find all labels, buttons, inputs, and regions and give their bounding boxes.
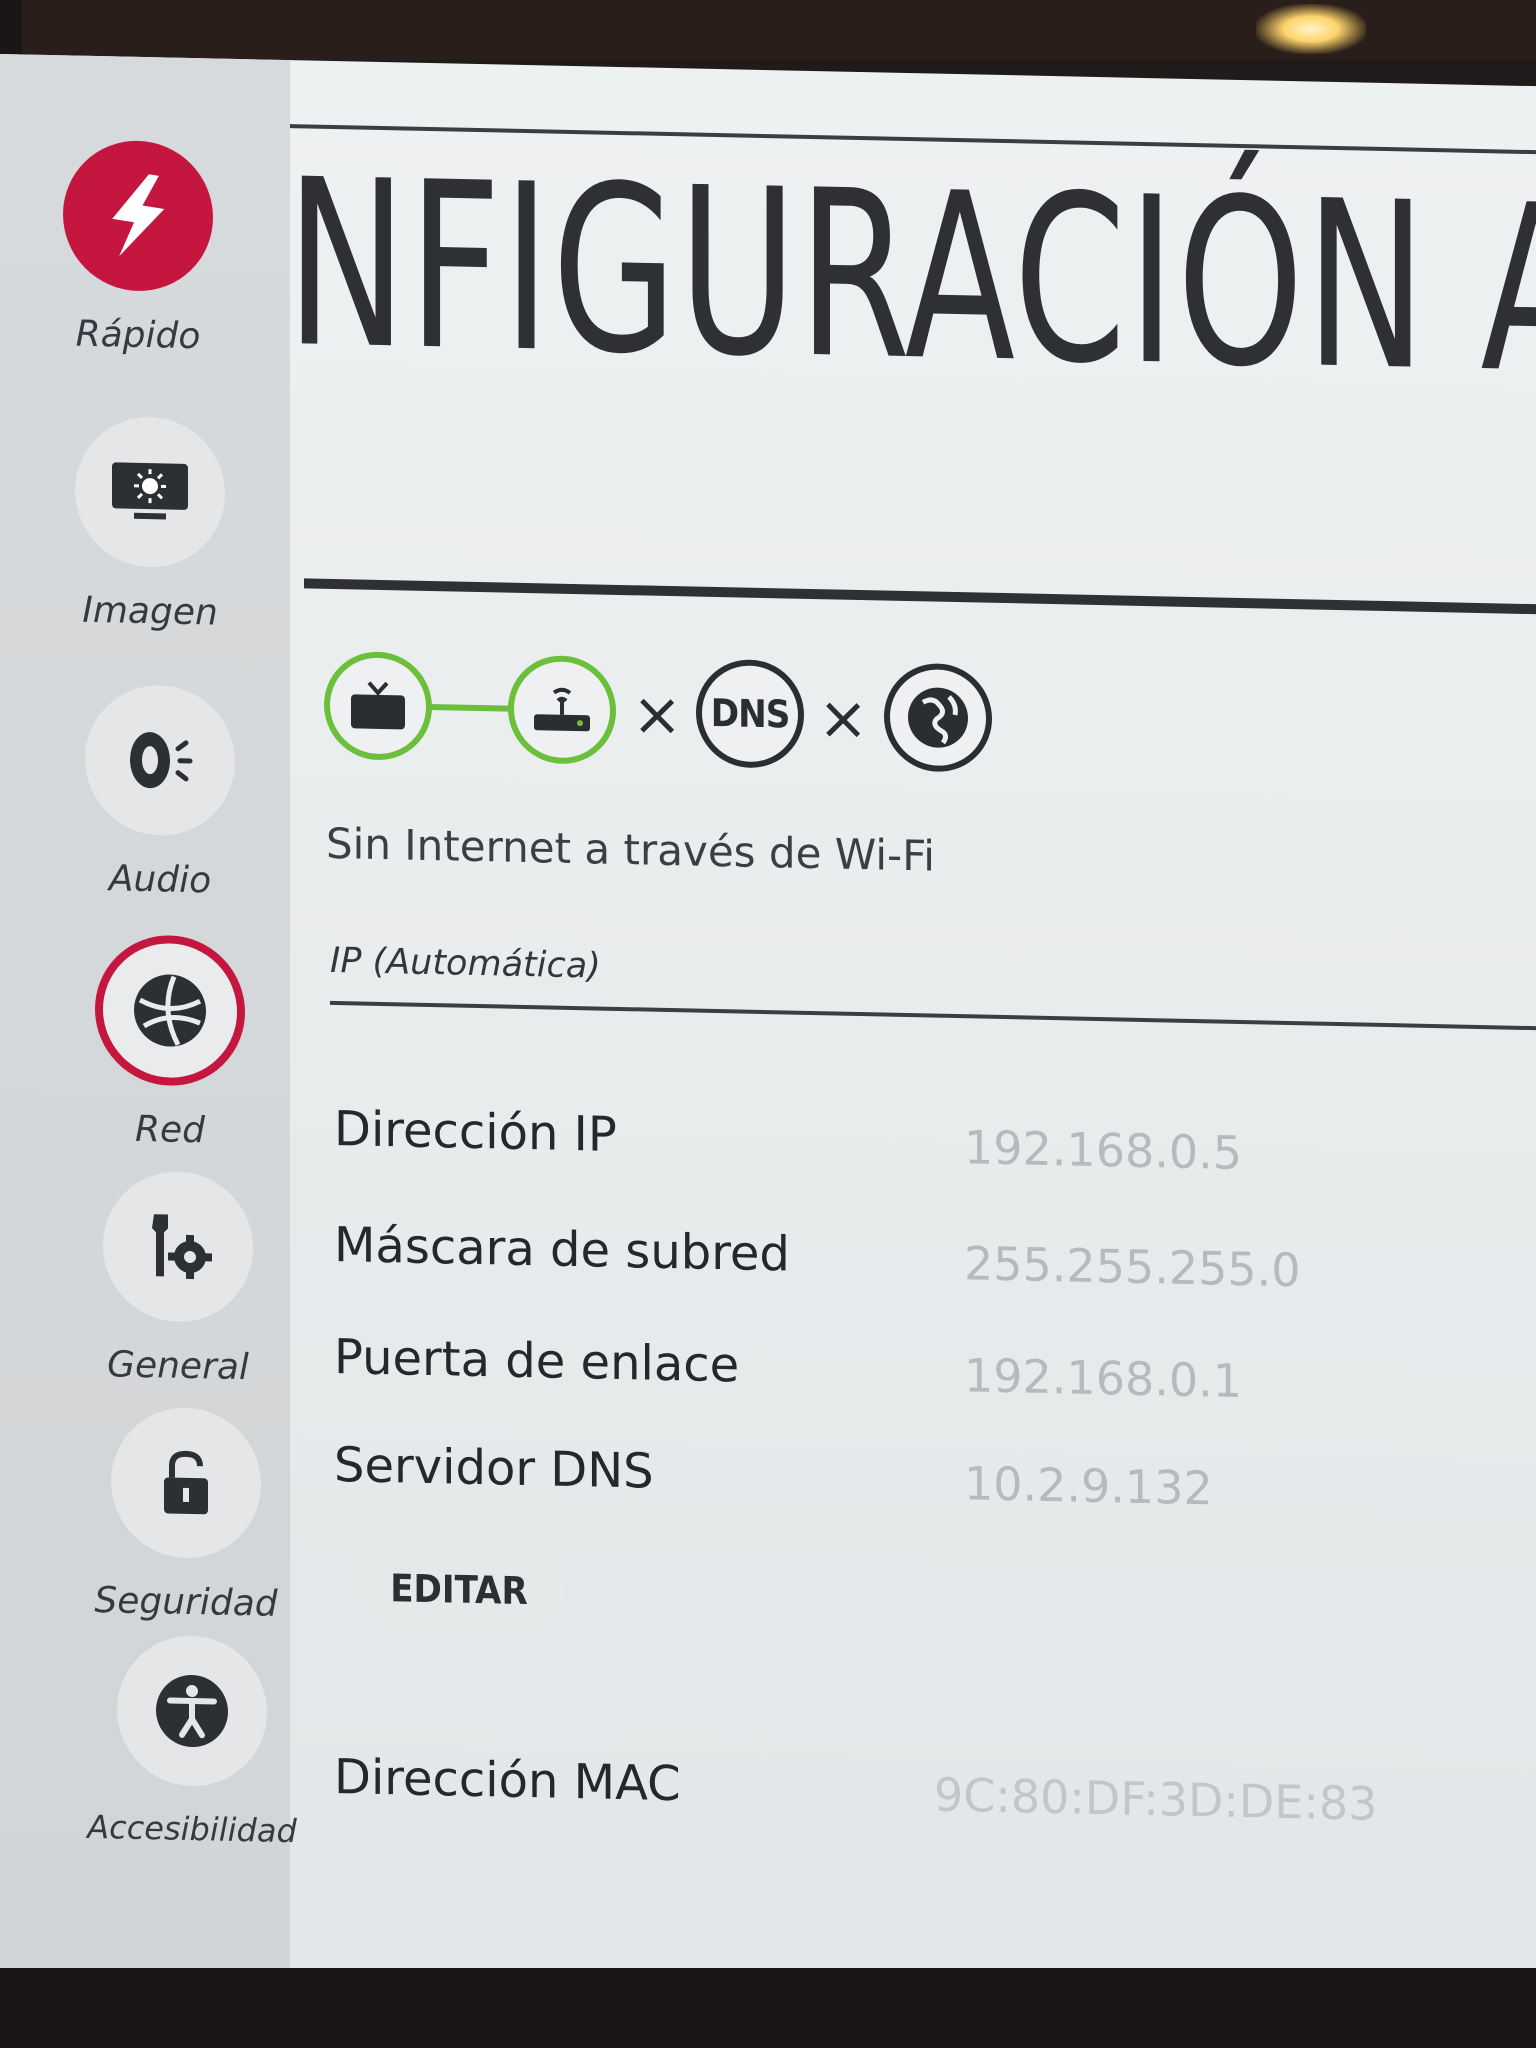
sidebar-item-label: Audio — [108, 858, 212, 902]
row-label: Máscara de subred — [334, 1216, 790, 1283]
tv-icon — [324, 650, 432, 762]
tv-bezel-bottom — [0, 1968, 1536, 2048]
speaker-icon — [85, 683, 235, 837]
sidebar-item-label: Accesibilidad — [87, 1807, 297, 1851]
row-value: 192.168.0.1 — [964, 1348, 1242, 1409]
page-title: NFIGURACIÓN A — [286, 130, 1536, 426]
sidebar-item-accesibilidad[interactable]: Accesibilidad — [62, 1633, 322, 1850]
picture-icon — [75, 415, 225, 569]
sidebar-item-audio[interactable]: Audio — [30, 683, 290, 903]
edit-button[interactable]: EDITAR — [352, 1539, 566, 1640]
row-label: Dirección MAC — [334, 1748, 681, 1813]
sidebar-item-general[interactable]: General — [48, 1169, 308, 1389]
network-info-row-subnet: Máscara de subred 255.255.255.0 — [334, 1217, 1534, 1322]
row-value: 192.168.0.5 — [964, 1120, 1242, 1181]
sidebar-item-label: Rápido — [75, 313, 201, 358]
connection-link-ok — [430, 704, 510, 712]
row-label: Dirección IP — [334, 1100, 617, 1163]
lock-icon — [111, 1406, 261, 1560]
network-info-row-dns: Servidor DNS 10.2.9.132 — [334, 1437, 1534, 1542]
globe-icon — [95, 933, 245, 1088]
lightning-icon — [63, 139, 213, 293]
row-value: 255.255.255.0 — [964, 1236, 1301, 1298]
title-divider — [304, 578, 1536, 615]
sidebar-item-label: Red — [134, 1108, 205, 1152]
connection-status-message: Sin Internet a través de Wi-Fi — [326, 818, 935, 881]
settings-main-panel: NFIGURACIÓN A × DNS × Sin Internet a tra… — [286, 60, 1536, 2004]
connection-failed-icon: × — [632, 679, 683, 751]
connection-status-diagram: × DNS × — [324, 650, 1044, 786]
network-info-row-gateway: Puerta de enlace 192.168.0.1 — [334, 1329, 1534, 1434]
sidebar-item-seguridad[interactable]: Seguridad — [56, 1405, 316, 1625]
network-info-row-mac: Dirección MAC 9C:80:DF:3D:DE:83 — [334, 1749, 1534, 1854]
router-icon — [508, 654, 616, 765]
row-value: 9C:80:DF:3D:DE:83 — [934, 1767, 1378, 1831]
sidebar-item-imagen[interactable]: Imagen — [20, 414, 280, 634]
row-label: Puerta de enlace — [334, 1328, 740, 1394]
settings-sidebar: Rápido Imagen Audio Red General Segurida… — [0, 54, 297, 1979]
sidebar-item-label: Imagen — [82, 589, 218, 634]
accessibility-icon — [117, 1634, 267, 1788]
sidebar-item-rapido[interactable]: Rápido — [8, 138, 268, 358]
sidebar-item-red[interactable]: Red — [40, 933, 300, 1153]
sidebar-item-label: Seguridad — [94, 1579, 278, 1625]
sidebar-item-label: General — [107, 1344, 249, 1389]
network-info-row-ip: Dirección IP 192.168.0.5 — [334, 1101, 1534, 1206]
wrench-gear-icon — [103, 1170, 253, 1324]
section-title-ip: IP (Automática) — [330, 940, 601, 987]
internet-globe-icon — [884, 662, 992, 773]
dns-icon: DNS — [696, 658, 804, 769]
row-value: 10.2.9.132 — [964, 1456, 1213, 1516]
connection-failed-icon: × — [818, 683, 869, 755]
row-label: Servidor DNS — [334, 1436, 654, 1500]
tv-bezel-top — [0, 0, 1536, 60]
tv-screen: Rápido Imagen Audio Red General Segurida… — [0, 54, 1536, 2005]
section-divider — [330, 1000, 1536, 1031]
